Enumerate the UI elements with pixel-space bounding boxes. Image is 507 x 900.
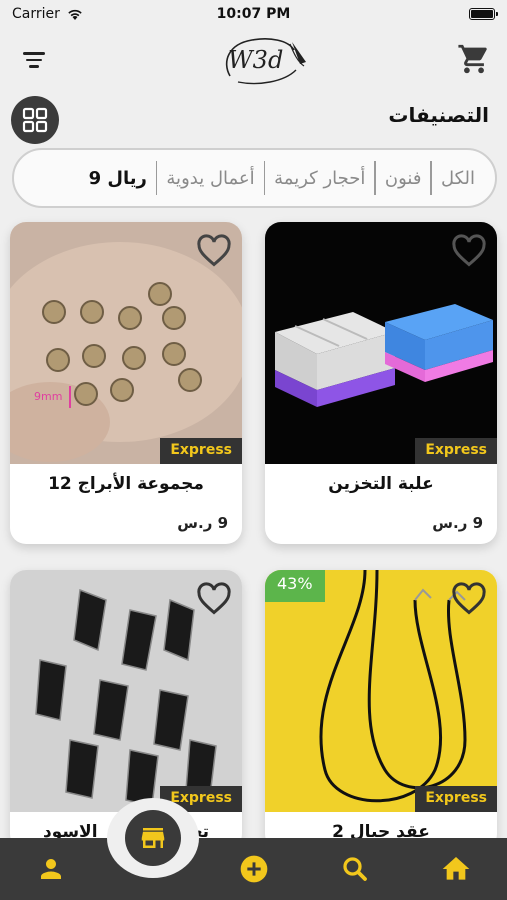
chip-divider: [374, 161, 376, 195]
filter-button[interactable]: [18, 46, 50, 74]
discount-badge: 43%: [265, 570, 325, 602]
express-badge: Express: [415, 786, 497, 812]
grid-view-icon: [22, 107, 48, 133]
carrier-label: Carrier: [12, 6, 60, 22]
nav-search[interactable]: [338, 852, 372, 886]
profile-icon: [41, 859, 61, 879]
express-badge: Express: [160, 438, 242, 464]
nav-add[interactable]: [237, 852, 271, 886]
section-title: التصنيفات: [388, 103, 489, 127]
chip-divider: [155, 161, 158, 195]
cart-icon: [458, 44, 487, 74]
chip-divider: [430, 161, 432, 195]
product-image: Express: [10, 570, 242, 812]
wifi-icon: [68, 9, 82, 20]
product-card[interactable]: 9mm Express مجموعة الأبراج 12 9 ر.س: [10, 222, 242, 544]
store-icon: [141, 828, 165, 848]
bottom-nav: [0, 798, 507, 900]
cart-button[interactable]: [457, 42, 491, 76]
product-image: Express: [265, 222, 497, 464]
favorite-icon[interactable]: [451, 582, 487, 616]
product-price: 9 ر.س: [177, 514, 228, 532]
nav-home[interactable]: [439, 852, 473, 886]
top-bar: W3d: [0, 30, 507, 92]
express-badge: Express: [415, 438, 497, 464]
product-image: 43% Express: [265, 570, 497, 812]
logo-text: W3d: [228, 46, 284, 74]
chip-divider: [263, 161, 266, 195]
home-icon: [442, 857, 470, 880]
favorite-icon[interactable]: [451, 234, 487, 268]
search-icon: [343, 857, 367, 881]
category-filter-bar: الكل فنون أحجار كريمة أعمال يدوية 9 ريال: [12, 148, 497, 208]
favorite-icon[interactable]: [196, 582, 232, 616]
product-price: 9 ر.س: [432, 514, 483, 532]
category-chip-all[interactable]: الكل: [435, 168, 481, 189]
favorite-icon[interactable]: [196, 234, 232, 268]
status-bar: Carrier 10:07 PM: [0, 0, 507, 28]
carrier-group: Carrier: [12, 6, 84, 22]
brand-logo: W3d: [218, 32, 310, 90]
product-title: مجموعة الأبراج 12: [48, 474, 204, 494]
nav-profile[interactable]: [34, 852, 68, 886]
product-card[interactable]: 43% Express 2 عقد حبال: [265, 570, 497, 850]
grid-view-toggle[interactable]: [11, 96, 59, 144]
category-chip-arts[interactable]: فنون: [379, 168, 428, 189]
add-icon: [240, 855, 268, 883]
categories-header: التصنيفات: [0, 92, 507, 144]
product-image: 9mm Express: [10, 222, 242, 464]
battery-icon: [469, 8, 498, 20]
product-card[interactable]: Express علبة التخزين 9 ر.س: [265, 222, 497, 544]
category-chip-handmade[interactable]: أعمال يدوية: [160, 168, 260, 189]
category-chip-gemstones[interactable]: أحجار كريمة: [268, 168, 371, 189]
product-title: علبة التخزين: [328, 474, 434, 494]
category-chip-9-riyal[interactable]: 9 ريال: [83, 168, 153, 189]
size-label: 9mm: [34, 390, 63, 403]
store-button[interactable]: [125, 810, 181, 866]
